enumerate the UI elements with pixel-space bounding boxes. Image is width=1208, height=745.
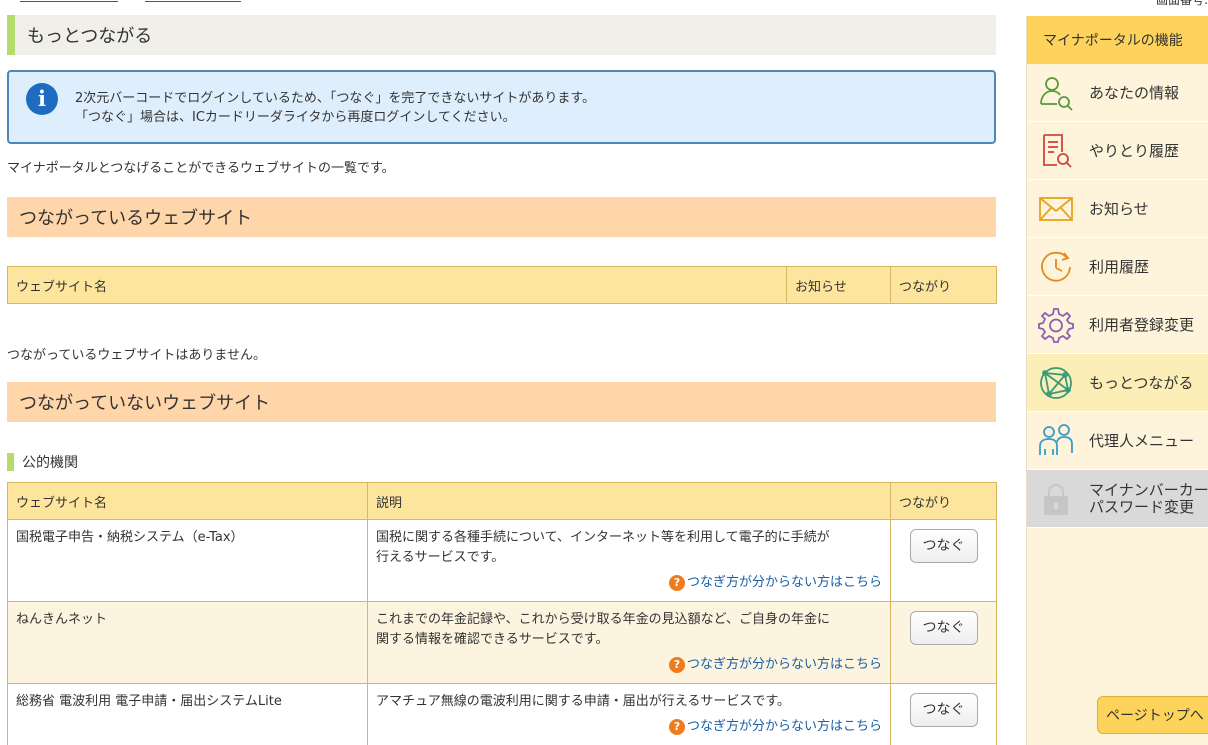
- sidebar-menu: マイナポータルの機能 あなたの情報 やりとり履歴 お知らせ 利用履歴 利用者登録…: [1026, 16, 1208, 745]
- category-bar: [7, 453, 14, 471]
- how-to-connect-link[interactable]: ? つなぎ方が分からない方はこちら: [668, 573, 882, 593]
- help-link-label: つなぎ方が分からない方はこちら: [686, 575, 882, 590]
- document-search-icon: [1043, 133, 1072, 168]
- clock-history-icon: [1041, 251, 1071, 282]
- column-header-site-name: ウェブサイト名: [7, 266, 787, 304]
- sidebar-item-label: お知らせ: [1089, 200, 1149, 218]
- description-line: 行えるサービスです。: [376, 550, 505, 565]
- description-line: 関する情報を確認できるサービスです。: [376, 632, 609, 647]
- sidebar-item-label: マイナンバーカー パスワード変更: [1089, 480, 1208, 516]
- table-row: 総務省 電波利用 電子申請・届出システムLite アマチュア無線の電波利用に関す…: [7, 683, 997, 745]
- person-search-icon: [1040, 76, 1073, 111]
- breadcrumb-link-home[interactable]: [20, 0, 118, 2]
- table-header-row: ウェブサイト名 お知らせ つながり: [7, 266, 997, 304]
- sidebar-item-notices[interactable]: お知らせ: [1027, 180, 1208, 238]
- sidebar-item-label: もっとつながる: [1089, 374, 1194, 392]
- question-icon: ?: [668, 657, 685, 673]
- connection-cell: つなぐ: [890, 601, 997, 684]
- question-icon: ?: [668, 575, 685, 591]
- info-icon: i: [26, 83, 58, 115]
- description-line: 国税に関する各種手続について、インターネット等を利用して電子的に手続が: [376, 530, 830, 545]
- sidebar-item-label-line-2: パスワード変更: [1089, 497, 1195, 516]
- connect-button[interactable]: つなぐ: [909, 611, 978, 645]
- sidebar-item-usage-history[interactable]: 利用履歴: [1027, 238, 1208, 296]
- help-link-label: つなぎ方が分からない方はこちら: [686, 719, 882, 734]
- table-row: 国税電子申告・納税システム（e-Tax） 国税に関する各種手続について、インター…: [7, 519, 997, 602]
- how-to-connect-link[interactable]: ? つなぎ方が分からない方はこちら: [668, 717, 882, 737]
- connect-button[interactable]: つなぐ: [909, 529, 978, 563]
- connection-cell: つなぐ: [890, 519, 997, 602]
- sidebar-item-label-line-1: マイナンバーカー: [1089, 480, 1208, 499]
- screen-number-label: 画面番号:: [1155, 0, 1208, 7]
- no-connected-sites-message: つながっているウェブサイトはありません。: [7, 348, 266, 363]
- site-name: 国税電子申告・納税システム（e-Tax）: [7, 519, 368, 602]
- column-header-notice: お知らせ: [786, 266, 891, 304]
- column-header-connection: つながり: [890, 266, 997, 304]
- sidebar-item-label: 代理人メニュー: [1089, 432, 1195, 450]
- category-label: 公的機関: [22, 455, 78, 471]
- not-connected-sites-table: ウェブサイト名 説明 つながり 国税電子申告・納税システム（e-Tax） 国税に…: [7, 482, 997, 745]
- description-line: これまでの年金記録や、これから受け取る年金の見込額など、ご自身の年金に: [376, 612, 830, 627]
- gear-icon: [1038, 307, 1074, 343]
- connected-sites-table: ウェブサイト名 お知らせ つながり: [7, 266, 997, 304]
- sidebar-heading: マイナポータルの機能: [1027, 16, 1208, 64]
- sidebar-item-label: やりとり履歴: [1089, 142, 1180, 160]
- site-description: アマチュア無線の電波利用に関する申請・届出が行えるサービスです。 ? つなぎ方が分…: [367, 683, 891, 745]
- site-name: 総務省 電波利用 電子申請・届出システムLite: [7, 683, 368, 745]
- column-header-site-name: ウェブサイト名: [7, 482, 368, 520]
- notice-message: 2次元バーコードでログインしているため、「つなぐ」を完了できないサイトがあります…: [75, 89, 595, 127]
- site-name: ねんきんネット: [7, 601, 368, 684]
- column-header-description: 説明: [367, 482, 891, 520]
- not-connected-sites-heading: つながっていないウェブサイト: [7, 382, 996, 422]
- breadcrumb-separator: >: [126, 0, 135, 3]
- sidebar-item-card-password[interactable]: マイナンバーカー パスワード変更: [1027, 470, 1208, 528]
- page-title: もっとつながる: [7, 15, 996, 55]
- sidebar-item-more-connect[interactable]: もっとつながる: [1027, 354, 1208, 412]
- lock-icon: [1044, 483, 1068, 515]
- table-row: ねんきんネット これまでの年金記録や、これから受け取る年金の見込額など、ご自身の…: [7, 601, 997, 684]
- description-line: アマチュア無線の電波利用に関する申請・届出が行えるサービスです。: [376, 694, 791, 709]
- envelope-icon: [1039, 196, 1073, 221]
- sidebar-item-label: あなたの情報: [1089, 84, 1180, 102]
- site-description: これまでの年金記録や、これから受け取る年金の見込額など、ご自身の年金に 関する情…: [367, 601, 891, 684]
- sidebar-item-proxy-menu[interactable]: 代理人メニュー: [1027, 412, 1208, 470]
- category-heading-public: 公的機関: [7, 452, 78, 472]
- connect-button[interactable]: つなぐ: [909, 693, 978, 727]
- table-header-row: ウェブサイト名 説明 つながり: [7, 482, 997, 520]
- globe-network-icon: [1040, 366, 1072, 399]
- sidebar-item-history[interactable]: やりとり履歴: [1027, 122, 1208, 180]
- connected-sites-heading: つながっているウェブサイト: [7, 197, 996, 237]
- connection-cell: つなぐ: [890, 683, 997, 745]
- notice-line-1: 2次元バーコードでログインしているため、「つなぐ」を完了できないサイトがあります…: [75, 91, 596, 106]
- sidebar-item-label: 利用履歴: [1089, 258, 1150, 276]
- column-header-connection: つながり: [890, 482, 997, 520]
- intro-text: マイナポータルとつなげることができるウェブサイトの一覧です。: [7, 161, 395, 176]
- site-description: 国税に関する各種手続について、インターネット等を利用して電子的に手続が 行えるサ…: [367, 519, 891, 602]
- sidebar-item-user-settings[interactable]: 利用者登録変更: [1027, 296, 1208, 354]
- sidebar-item-your-info[interactable]: あなたの情報: [1027, 64, 1208, 122]
- notice-line-2: 「つなぐ」場合は、ICカードリーダライタから再度ログインしてください。: [75, 110, 516, 125]
- back-to-top-button[interactable]: ページトップへ: [1097, 696, 1208, 734]
- how-to-connect-link[interactable]: ? つなぎ方が分からない方はこちら: [668, 655, 882, 675]
- info-notice: i 2次元バーコードでログインしているため、「つなぐ」を完了できないサイトがあり…: [7, 70, 996, 144]
- breadcrumb-link-parent[interactable]: [145, 0, 241, 2]
- question-icon: ?: [668, 719, 685, 735]
- help-link-label: つなぎ方が分からない方はこちら: [686, 657, 882, 672]
- sidebar-item-label: 利用者登録変更: [1089, 316, 1195, 334]
- people-icon: [1039, 423, 1073, 455]
